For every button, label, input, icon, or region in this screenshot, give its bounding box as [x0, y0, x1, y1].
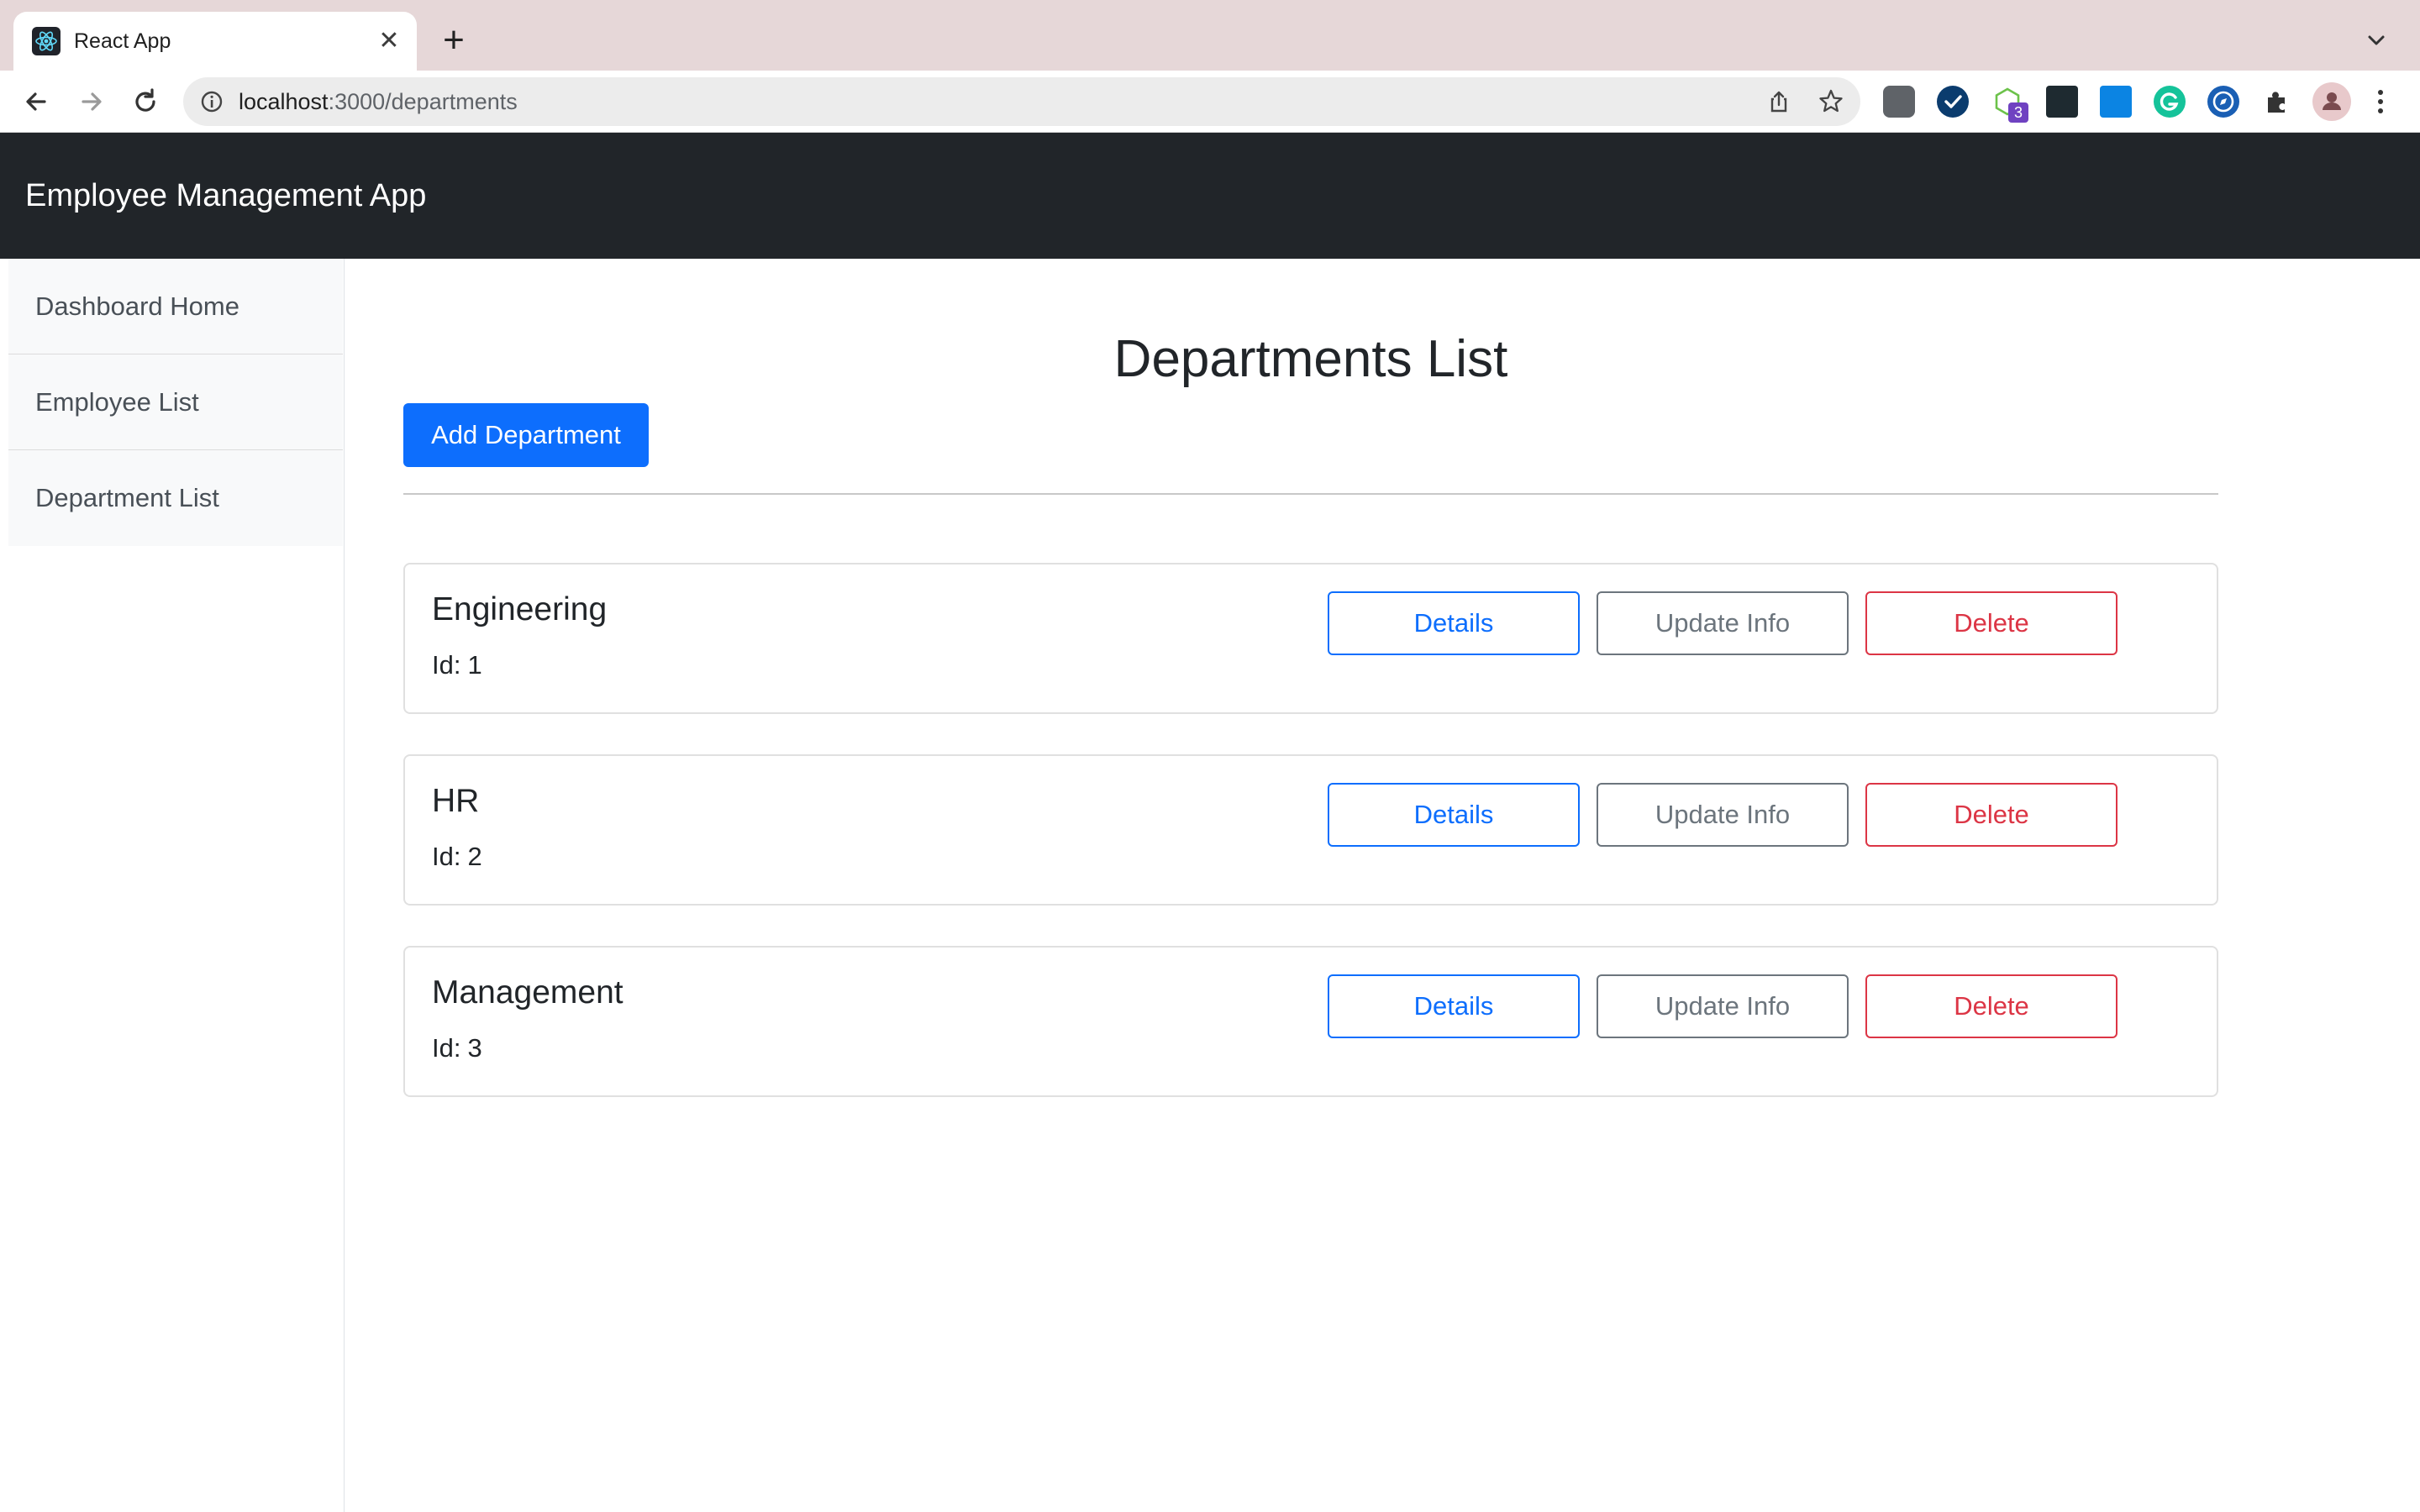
id-label: Id: — [432, 650, 461, 680]
delete-button[interactable]: Delete — [1865, 783, 2118, 847]
browser-tab[interactable]: React App ✕ — [13, 12, 417, 71]
tab-title: React App — [74, 29, 171, 53]
id-value: 1 — [467, 650, 482, 680]
details-button[interactable]: Details — [1328, 783, 1580, 847]
compass-extension-icon[interactable] — [2207, 86, 2239, 118]
url-path: :3000/departments — [328, 89, 518, 114]
check-extension-icon[interactable] — [1937, 86, 1969, 118]
update-info-button[interactable]: Update Info — [1597, 591, 1849, 655]
forward-arrow-icon[interactable] — [72, 82, 111, 121]
grammarly-icon[interactable] — [2154, 86, 2186, 118]
app-navbar: Employee Management App — [0, 133, 2420, 259]
id-label: Id: — [432, 842, 461, 871]
sidebar-item-department-list[interactable]: Department List — [8, 450, 343, 546]
terminal-extension-icon[interactable] — [2046, 86, 2078, 118]
close-tab-icon[interactable]: ✕ — [373, 25, 405, 57]
react-logo-icon — [32, 27, 60, 55]
department-name: Engineering — [432, 591, 608, 627]
id-label: Id: — [432, 1033, 461, 1063]
department-name: Management — [432, 974, 623, 1011]
add-department-button[interactable]: Add Department — [403, 403, 649, 467]
url-host: localhost — [239, 89, 329, 114]
department-id: Id: 1 — [432, 648, 482, 682]
chevron-down-icon[interactable] — [2360, 24, 2393, 57]
details-button[interactable]: Details — [1328, 974, 1580, 1038]
department-card: Management Id: 3 Details Update Info Dele… — [403, 946, 2218, 1097]
kebab-menu-icon[interactable] — [2368, 86, 2393, 118]
translate-extension-icon[interactable] — [2100, 86, 2132, 118]
department-card: Engineering Id: 1 Details Update Info Del… — [403, 563, 2218, 714]
delete-button[interactable]: Delete — [1865, 974, 2118, 1038]
address-bar[interactable]: localhost:3000/departments — [183, 77, 1860, 126]
share-icon[interactable] — [1765, 87, 1793, 116]
delete-button[interactable]: Delete — [1865, 591, 2118, 655]
profile-avatar-icon[interactable] — [2312, 82, 2351, 121]
app-brand[interactable]: Employee Management App — [25, 133, 426, 259]
page-title: Departments List — [1113, 330, 1508, 388]
department-id: Id: 3 — [432, 1032, 482, 1065]
department-card: HR Id: 2 Details Update Info Delete — [403, 754, 2218, 906]
id-value: 3 — [467, 1033, 482, 1063]
browser-tabstrip: React App ✕ + — [0, 0, 2420, 71]
id-value: 2 — [467, 842, 482, 871]
url-text[interactable]: localhost:3000/departments — [239, 77, 518, 126]
browser-toolbar: localhost:3000/departments 3 — [0, 71, 2420, 133]
node-extension-icon[interactable]: 3 — [1991, 86, 2028, 123]
info-icon[interactable] — [198, 88, 225, 115]
department-name: HR — [432, 783, 480, 819]
update-info-button[interactable]: Update Info — [1597, 783, 1849, 847]
department-id: Id: 2 — [432, 840, 482, 874]
update-info-button[interactable]: Update Info — [1597, 974, 1849, 1038]
sidebar-item-employee-list[interactable]: Employee List — [8, 354, 343, 450]
extension-dark-icon[interactable] — [1883, 86, 1915, 118]
new-tab-icon[interactable]: + — [434, 22, 474, 62]
reload-icon[interactable] — [126, 82, 165, 121]
sidebar-item-dashboard-home[interactable]: Dashboard Home — [8, 259, 343, 354]
sidebar: Dashboard Home Employee List Department … — [0, 259, 345, 1512]
divider — [403, 493, 2218, 495]
back-arrow-icon[interactable] — [17, 82, 55, 121]
extension-badge: 3 — [2008, 102, 2028, 123]
bookmark-star-icon[interactable] — [1817, 87, 1845, 116]
details-button[interactable]: Details — [1328, 591, 1580, 655]
extensions-puzzle-icon[interactable] — [2261, 86, 2293, 118]
